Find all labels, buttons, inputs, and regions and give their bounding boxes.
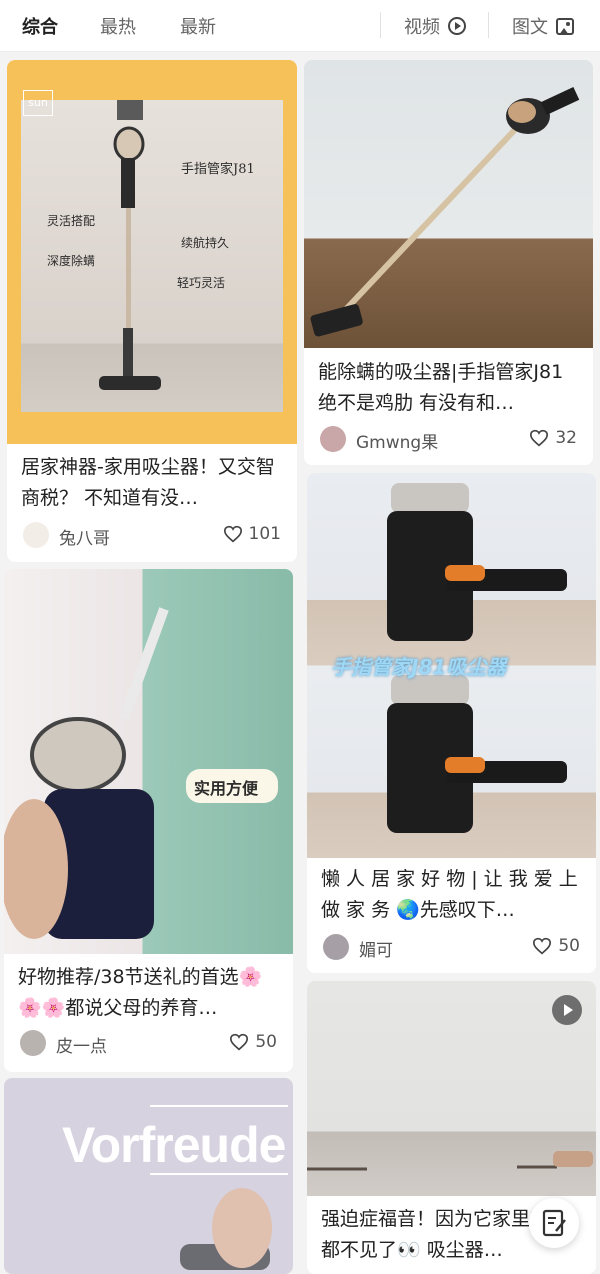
- top-tab-bar: 综合 最热 最新 视频 图文: [0, 0, 600, 52]
- image-sticker: 实用方便: [194, 779, 259, 798]
- play-badge-icon: [552, 995, 582, 1025]
- card-image-photo: 手指管家J81 灵活搭配 深度除螨 续航持久 轻巧灵活: [21, 100, 283, 412]
- avatar[interactable]: [23, 522, 49, 548]
- like-button[interactable]: 32: [529, 428, 577, 448]
- author-name[interactable]: Gmwng果: [356, 428, 438, 453]
- tab-divider: [488, 12, 489, 38]
- author-name[interactable]: 皮一点: [56, 1032, 107, 1057]
- tab-video[interactable]: 视频: [404, 13, 466, 39]
- card-meta: 兔八哥 101: [23, 522, 281, 549]
- card-image: 手指管家J81吸尘器: [307, 473, 596, 858]
- author-name[interactable]: 兔八哥: [59, 524, 110, 549]
- image-overlay-text: Vorfreude: [62, 1117, 286, 1173]
- tab-video-label: 视频: [404, 17, 440, 38]
- card-meta: 媚可 50: [323, 934, 580, 961]
- card-image: Vorfreude: [4, 1078, 293, 1274]
- image-overlay-text: 手指管家J81吸尘器: [331, 655, 507, 679]
- image-caption-brand: 手指管家J81: [181, 162, 255, 177]
- card-image: 实用方便: [4, 569, 293, 954]
- image-caption: 灵活搭配: [47, 214, 96, 228]
- heart-icon: [223, 525, 242, 543]
- feed-card[interactable]: 能除螨的吸尘器|手指管家J81绝不是鸡肋 有没有和… Gmwng果 32: [304, 60, 593, 465]
- sun-logo: sun: [23, 90, 53, 116]
- vacuum-photo: [150, 1105, 288, 1270]
- vacuum-photo: [4, 607, 278, 939]
- card-title: 居家神器-家用吸尘器！又交智商税？ 不知道有没…: [21, 456, 275, 509]
- heart-icon: [530, 429, 549, 447]
- vacuum-photo: [310, 87, 580, 337]
- avatar[interactable]: [320, 426, 346, 452]
- image-icon: [556, 17, 574, 35]
- tab-zonghe[interactable]: 综合: [22, 13, 58, 39]
- heart-icon: [230, 1033, 249, 1051]
- feed-card[interactable]: 手指管家J81吸尘器 懒 人 居 家 好 物 | 让 我 爱 上 做 家 务 🌏…: [307, 473, 596, 973]
- image-caption: 轻巧灵活: [177, 276, 226, 290]
- image-caption: 续航持久: [181, 236, 230, 250]
- tab-image-text-label: 图文: [512, 17, 548, 38]
- card-meta: Gmwng果 32: [320, 426, 577, 453]
- like-count: 32: [555, 428, 577, 448]
- author-name[interactable]: 媚可: [359, 936, 393, 961]
- like-button[interactable]: 50: [532, 936, 580, 956]
- card-image: 手指管家J81 灵活搭配 深度除螨 续航持久 轻巧灵活 sun: [7, 60, 297, 444]
- play-circle-icon: [448, 17, 466, 35]
- edit-icon: [542, 1209, 566, 1237]
- feed-card[interactable]: 实用方便 好物推荐/38节送礼的首选🌸🌸🌸都说父母的养育… 皮一点 50: [4, 569, 293, 1072]
- card-title: 好物推荐/38节送礼的首选🌸🌸🌸都说父母的养育…: [18, 966, 263, 1019]
- like-count: 50: [255, 1032, 277, 1052]
- feed-card[interactable]: Vorfreude: [4, 1078, 293, 1274]
- card-image: [307, 981, 596, 1196]
- like-count: 50: [558, 936, 580, 956]
- card-meta: 皮一点 50: [20, 1030, 277, 1057]
- like-button[interactable]: 50: [229, 1032, 277, 1052]
- like-count: 101: [248, 524, 281, 544]
- card-title: 能除螨的吸尘器|手指管家J81绝不是鸡肋 有没有和…: [318, 361, 564, 414]
- image-caption: 深度除螨: [47, 254, 96, 268]
- compose-button[interactable]: [529, 1198, 579, 1248]
- avatar[interactable]: [323, 934, 349, 960]
- heart-icon: [533, 937, 552, 955]
- tab-image-text[interactable]: 图文: [512, 13, 574, 39]
- tab-zuixin[interactable]: 最新: [180, 13, 216, 39]
- avatar[interactable]: [20, 1030, 46, 1056]
- tab-zuire[interactable]: 最热: [100, 13, 136, 39]
- feed-card[interactable]: 手指管家J81 灵活搭配 深度除螨 续航持久 轻巧灵活 sun 居家神器-家用吸…: [7, 60, 297, 562]
- like-button[interactable]: 101: [223, 524, 281, 544]
- card-title: 懒 人 居 家 好 物 | 让 我 爱 上 做 家 务 🌏先感叹下…: [321, 868, 578, 921]
- tab-divider: [380, 12, 381, 38]
- card-image: [304, 60, 593, 348]
